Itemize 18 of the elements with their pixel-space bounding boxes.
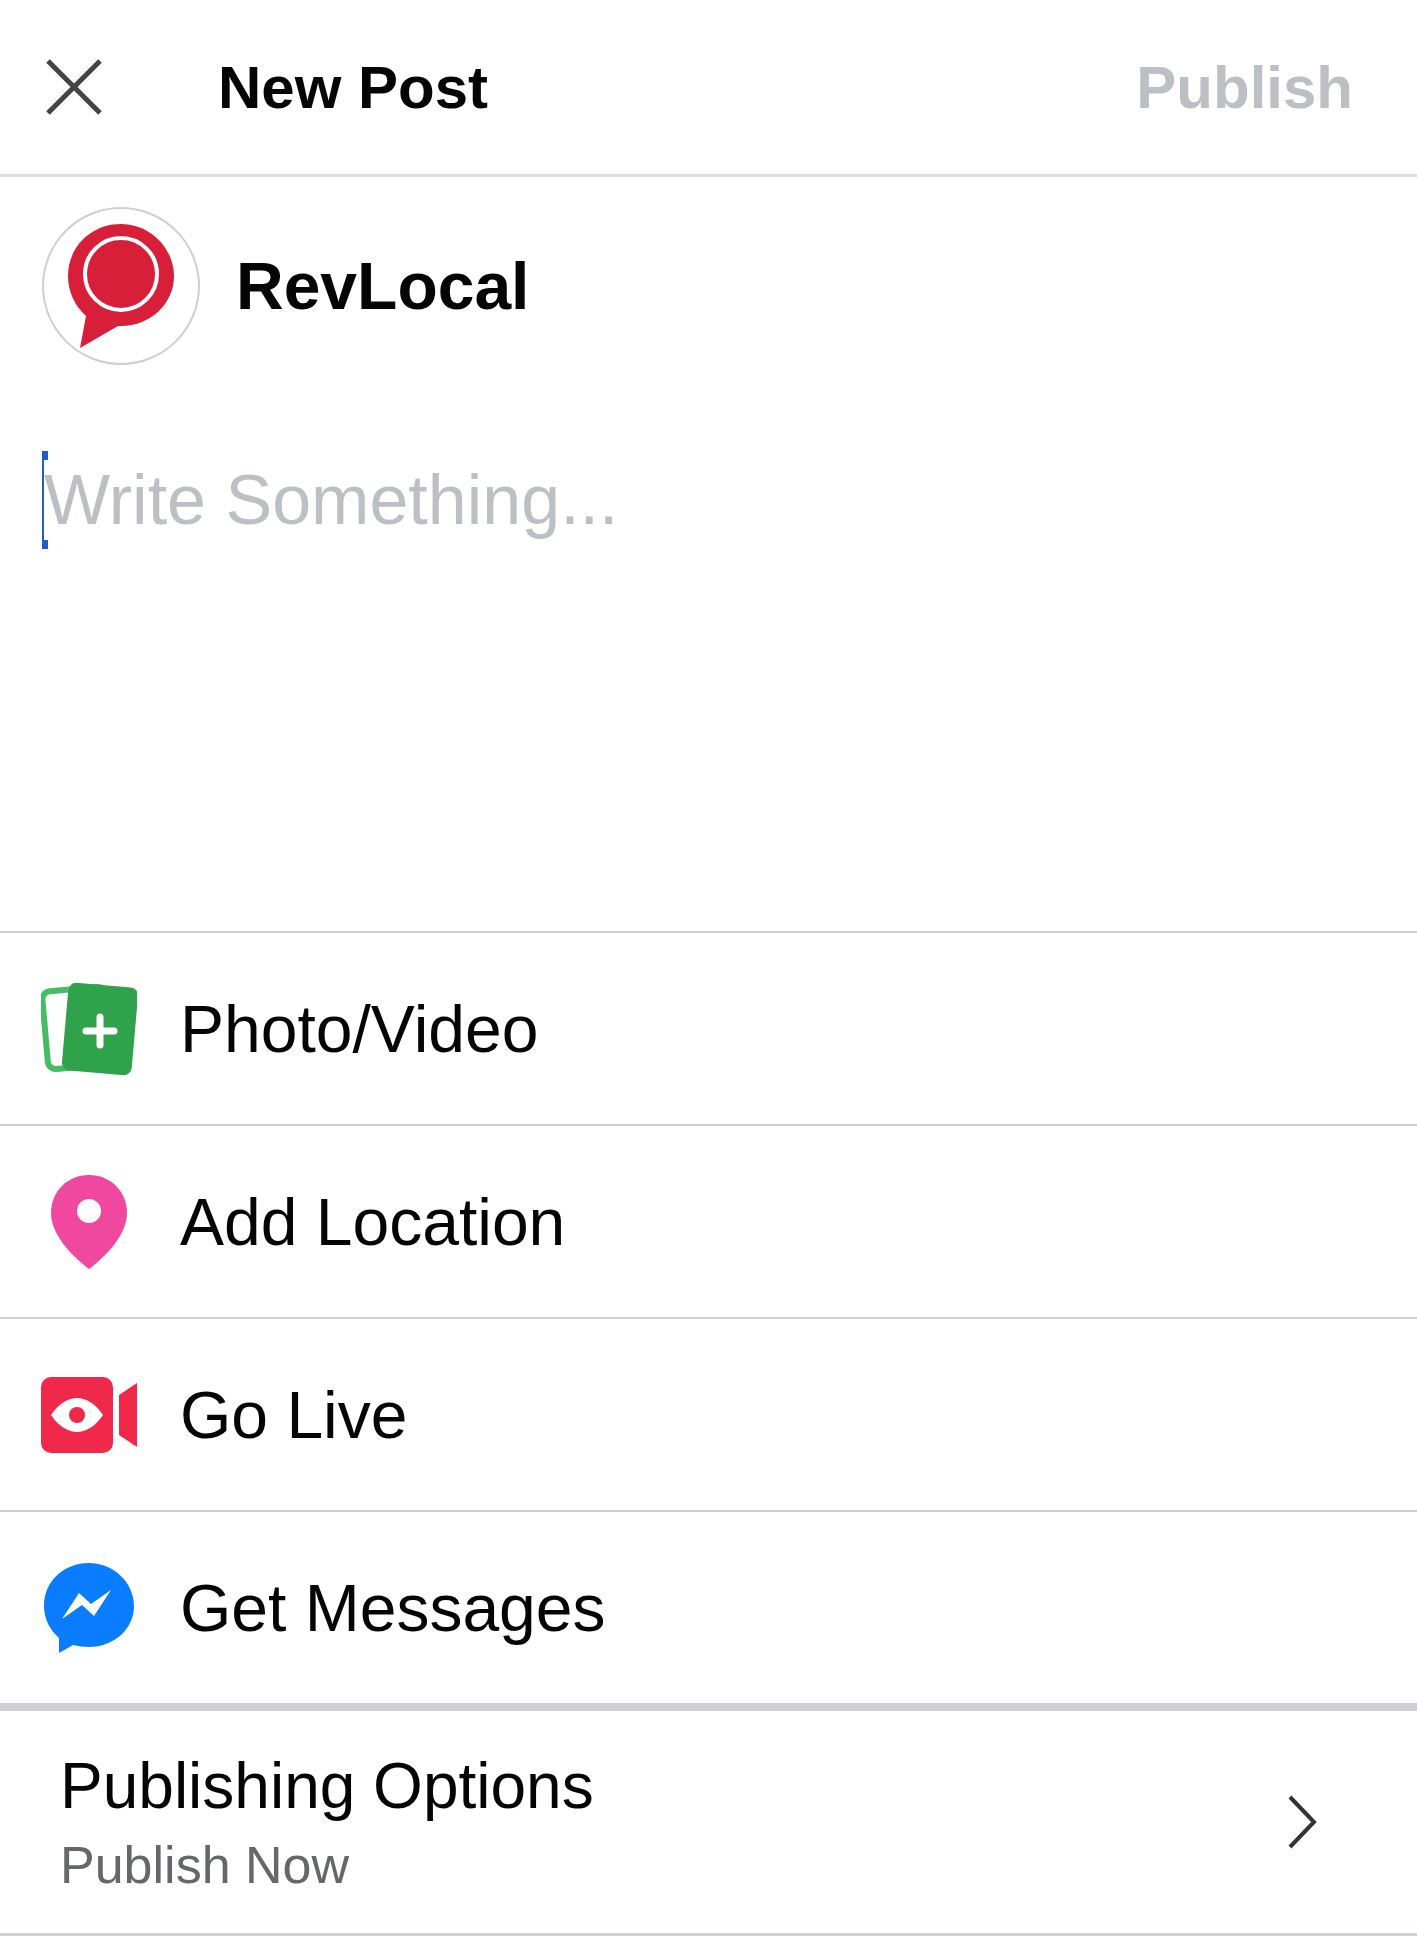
author-name: RevLocal — [236, 248, 530, 324]
post-option-item[interactable]: Photo/Video — [0, 933, 1417, 1126]
post-option-item[interactable]: Go Live — [0, 1319, 1417, 1512]
video-camera-icon — [41, 1376, 137, 1453]
option-title: Publishing Options — [60, 1749, 594, 1823]
chevron-right-icon — [1287, 1794, 1317, 1850]
page-title: New Post — [218, 52, 490, 122]
publishing-options-item[interactable]: Publishing Options Publish Now — [0, 1711, 1417, 1936]
photo-add-icon — [41, 982, 137, 1075]
option-label: Get Messages — [180, 1569, 606, 1646]
option-value: Publish Now — [60, 1835, 351, 1895]
messenger-icon — [42, 1560, 136, 1655]
post-option-item[interactable]: Add Location — [0, 1126, 1417, 1319]
option-label: Photo/Video — [180, 990, 539, 1067]
option-label: Go Live — [180, 1376, 408, 1453]
option-label: Add Location — [180, 1183, 566, 1260]
post-option-item[interactable]: Get Messages — [0, 1512, 1417, 1703]
location-pin-icon — [49, 1172, 129, 1271]
